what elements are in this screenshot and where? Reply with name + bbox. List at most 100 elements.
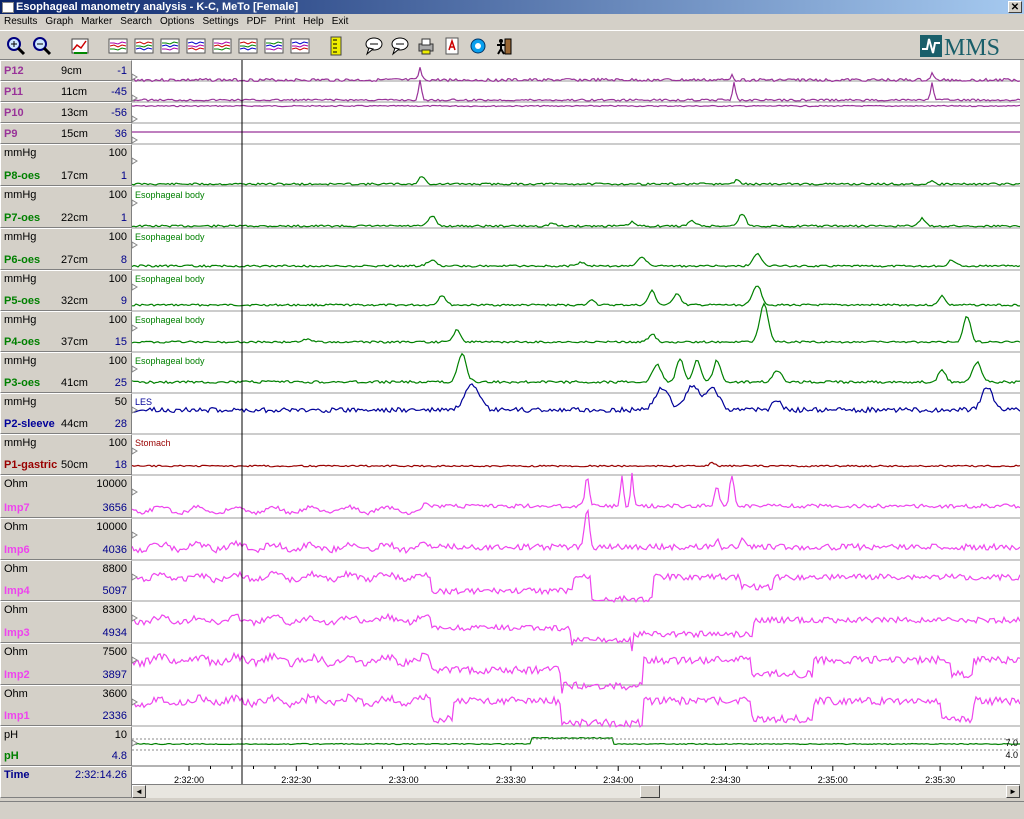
scroll-right-button[interactable]: ► — [1006, 785, 1020, 798]
channel-row-p7[interactable]: mmHg 100 P7-oes 22cm 1 — [0, 186, 132, 228]
menu-marker[interactable]: Marker — [77, 14, 116, 30]
channel-unit: mmHg — [4, 147, 37, 159]
channel-value: 18 — [114, 459, 127, 471]
channel-position: 15cm — [61, 128, 88, 140]
channel-unit: mmHg — [4, 355, 37, 367]
channel-row-p8[interactable]: mmHg 100 P8-oes 17cm 1 — [0, 144, 132, 186]
channel-row-imp7[interactable]: Ohm 10000 Imp7 3656 — [0, 475, 132, 518]
channel-max: 8300 — [102, 604, 127, 616]
channel-row-imp3[interactable]: Ohm 8300 Imp3 4934 — [0, 601, 132, 643]
channel-row-p9[interactable]: P9 15cm 36 — [0, 123, 132, 144]
menu-graph[interactable]: Graph — [41, 14, 77, 30]
channel-name: P7-oes — [4, 212, 41, 224]
close-button[interactable]: ✕ — [1008, 1, 1022, 13]
trace-imp7 — [132, 472, 1020, 516]
tracing-plot-area[interactable]: Esophageal body Esophageal body Esophageal… — [132, 60, 1020, 784]
channel-position: 44cm — [61, 418, 88, 430]
channel-row-p3[interactable]: mmHg 100 P3-oes 41cm 25 — [0, 352, 132, 393]
graph-view-1-icon[interactable] — [108, 36, 128, 56]
trace-p3 — [132, 352, 1020, 385]
channel-row-imp6[interactable]: Ohm 10000 Imp6 4036 — [0, 518, 132, 560]
channel-position: 50cm — [61, 459, 88, 471]
channel-row-p5[interactable]: mmHg 100 P5-oes 32cm 9 — [0, 270, 132, 311]
channel-max: 100 — [108, 231, 127, 243]
exit-icon[interactable] — [494, 36, 514, 56]
channel-unit: Ohm — [4, 521, 28, 533]
channel-row-p11[interactable]: P11 11cm -45 — [0, 81, 132, 102]
trace-p10 — [132, 104, 1020, 108]
menu-options[interactable]: Options — [156, 14, 198, 30]
region-label-p1: Stomach — [135, 438, 171, 448]
menu-search[interactable]: Search — [116, 14, 156, 30]
time-tick-label: 2:33:30 — [496, 775, 526, 784]
comment-add-icon[interactable] — [390, 36, 410, 56]
trace-imp6 — [132, 508, 1020, 555]
menu-settings[interactable]: Settings — [198, 14, 242, 30]
region-label-p2: LES — [135, 397, 152, 407]
channel-row-p6[interactable]: mmHg 100 P6-oes 27cm 8 — [0, 228, 132, 270]
pdf-icon[interactable] — [442, 36, 462, 56]
channel-row-p12[interactable]: P12 9cm -1 — [0, 60, 132, 81]
channel-value: -1 — [117, 65, 127, 77]
time-tick-label: 2:32:30 — [281, 775, 311, 784]
time-scrollbar[interactable]: ◄ ► — [132, 784, 1020, 798]
graph-view-8-icon[interactable] — [290, 36, 310, 56]
menu-exit[interactable]: Exit — [328, 14, 353, 30]
channel-name: P3-oes — [4, 377, 41, 389]
graph-view-5-icon[interactable] — [212, 36, 232, 56]
region-label-p5: Esophageal body — [135, 274, 205, 284]
zoom-in-icon[interactable] — [6, 36, 26, 56]
window-title: Esophageal manometry analysis - K-C, MeT… — [16, 1, 299, 13]
channel-unit: mmHg — [4, 273, 37, 285]
channel-position: 17cm — [61, 170, 88, 182]
channel-max: 100 — [108, 273, 127, 285]
time-tick-label: 2:35:00 — [818, 775, 848, 784]
time-tick-label: 2:33:00 — [389, 775, 419, 784]
channel-unit: pH — [4, 729, 19, 741]
scroll-left-button[interactable]: ◄ — [132, 785, 146, 798]
channel-max: 10000 — [96, 521, 127, 533]
channel-name: P9 — [4, 128, 18, 140]
scroll-thumb[interactable] — [640, 785, 660, 798]
channel-row-p1[interactable]: mmHg 100 P1-gastric 50cm 18 — [0, 434, 132, 475]
help-icon[interactable] — [468, 36, 488, 56]
channel-row-imp1[interactable]: Ohm 3600 Imp1 2336 — [0, 685, 132, 726]
status-bar — [0, 801, 1024, 819]
trace-imp3 — [132, 612, 1020, 652]
time-value: 2:32:14.26 — [75, 769, 127, 781]
channel-row-p2[interactable]: mmHg 50 P2-sleeve 44cm 28 — [0, 393, 132, 434]
channel-value: 4.8 — [111, 750, 127, 762]
app-icon — [2, 2, 14, 13]
trace-p11 — [132, 79, 1020, 102]
graph-view-3-icon[interactable] — [160, 36, 180, 56]
menu-results[interactable]: Results — [0, 14, 41, 30]
channel-row-imp4[interactable]: Ohm 8800 Imp4 5097 — [0, 560, 132, 601]
ruler-icon[interactable] — [326, 36, 346, 56]
channel-row-imp2[interactable]: Ohm 7500 Imp2 3897 — [0, 643, 132, 685]
channel-value: 15 — [114, 336, 127, 348]
graph-view-7-icon[interactable] — [264, 36, 284, 56]
channel-value: 4036 — [102, 544, 127, 556]
channel-value: 36 — [114, 128, 127, 140]
channel-max: 10000 — [96, 478, 127, 490]
graph-view-6-icon[interactable] — [238, 36, 258, 56]
graph-view-2-icon[interactable] — [134, 36, 154, 56]
trace-p2 — [132, 383, 1020, 414]
channel-name: P6-oes — [4, 254, 41, 266]
channel-row-ph[interactable]: pH 10 pH 4.8 — [0, 726, 132, 766]
channel-row-p10[interactable]: P10 13cm -56 — [0, 102, 132, 123]
edit-chart-icon[interactable] — [70, 36, 90, 56]
menu-print[interactable]: Print — [271, 14, 300, 30]
menu-help[interactable]: Help — [299, 14, 328, 30]
baseline-marker — [132, 488, 138, 496]
logo-text: MMS — [944, 35, 1000, 59]
trace-p5 — [132, 285, 1020, 307]
comment-icon[interactable] — [364, 36, 384, 56]
graph-view-4-icon[interactable] — [186, 36, 206, 56]
time-row: Time 2:32:14.26 — [0, 766, 132, 798]
zoom-out-icon[interactable] — [32, 36, 52, 56]
print-icon[interactable] — [416, 36, 436, 56]
channel-max: 100 — [108, 147, 127, 159]
channel-row-p4[interactable]: mmHg 100 P4-oes 37cm 15 — [0, 311, 132, 352]
menu-pdf[interactable]: PDF — [243, 14, 271, 30]
